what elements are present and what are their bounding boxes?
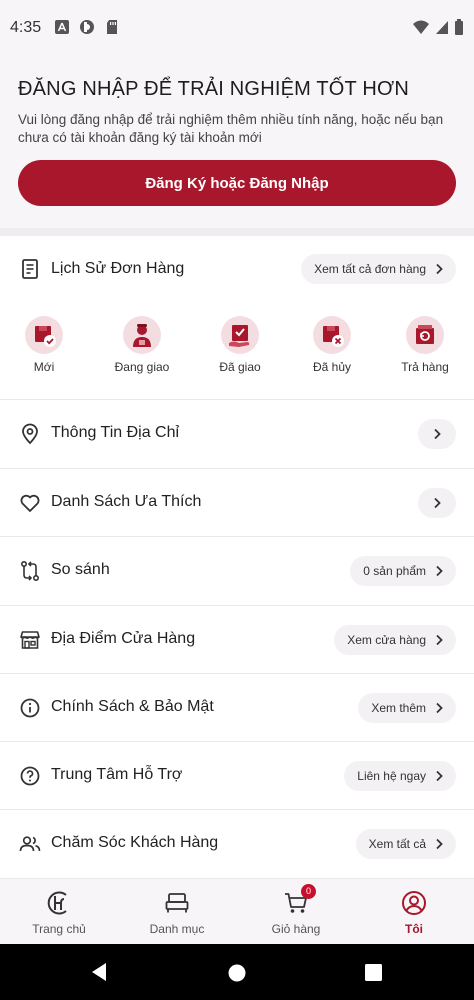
- address-arrow-button[interactable]: [418, 419, 456, 449]
- status-bar: 4:35: [0, 0, 474, 56]
- menu-item-policy[interactable]: Chính Sách & Bảo Mật Xem thêm: [0, 673, 474, 741]
- contact-now-button[interactable]: Liên hệ ngay: [344, 761, 456, 791]
- recents-square-icon[interactable]: [365, 964, 382, 986]
- bed-icon: [164, 890, 190, 916]
- order-history-label: Lịch Sử Đơn Hàng: [51, 260, 185, 277]
- order-status-cancelled[interactable]: Đã hủy: [292, 316, 372, 374]
- info-icon: [18, 696, 42, 720]
- order-status-new[interactable]: Mới: [4, 316, 84, 374]
- status-time: 4:35: [10, 19, 42, 36]
- store-icon: [18, 628, 42, 652]
- menu-item-label: Địa Điểm Cửa Hàng: [51, 630, 196, 647]
- nav-home[interactable]: Trang chủ: [0, 879, 118, 945]
- receipt-icon: [18, 257, 42, 281]
- menu-item-stores[interactable]: Địa Điểm Cửa Hàng Xem cửa hàng: [0, 605, 474, 673]
- chevron-right-icon: [436, 263, 443, 275]
- order-status-delivered[interactable]: Đã giao: [200, 316, 280, 374]
- chevron-right-icon: [436, 702, 443, 714]
- login-title: ĐĂNG NHẬP ĐỂ TRẢI NGHIỆM TỐT HƠN: [18, 78, 410, 100]
- cart-icon: 0: [283, 884, 316, 916]
- wishlist-arrow-button[interactable]: [418, 488, 456, 518]
- menu-item-address[interactable]: Thông Tin Địa Chỉ: [0, 399, 474, 467]
- menu-item-label: Trung Tâm Hỗ Trợ: [51, 766, 183, 783]
- return-icon: [406, 316, 444, 354]
- order-status-shipping[interactable]: Đang giao: [102, 316, 182, 374]
- view-stores-label: Xem cửa hàng: [347, 633, 426, 647]
- user-circle-icon: [401, 890, 427, 916]
- section-divider: [0, 228, 474, 236]
- chevron-right-icon: [436, 634, 443, 646]
- delivered-icon: [221, 316, 259, 354]
- order-status-label: Mới: [33, 360, 55, 374]
- nav-profile[interactable]: Tôi: [355, 879, 473, 945]
- help-icon: [18, 764, 42, 788]
- login-register-button[interactable]: Đăng Ký hoặc Đăng Nhập: [18, 160, 456, 206]
- menu-item-wishlist[interactable]: Danh Sách Ưa Thích: [0, 468, 474, 536]
- order-status-label: Trả hàng: [401, 360, 449, 374]
- location-pin-icon: [18, 422, 42, 446]
- menu-item-label: Chăm Sóc Khách Hàng: [51, 834, 219, 851]
- app-store-notification-icon: [54, 19, 70, 35]
- login-section: ĐĂNG NHẬP ĐỂ TRẢI NGHIỆM TỐT HƠN Vui lòn…: [0, 56, 474, 228]
- compare-count-button[interactable]: 0 sản phẩm: [350, 556, 456, 586]
- heart-icon: [18, 491, 42, 515]
- chevron-right-icon: [436, 838, 443, 850]
- compare-icon: [18, 559, 42, 583]
- home-circle-icon[interactable]: [228, 964, 246, 987]
- app-notification-icon: [79, 19, 95, 35]
- view-all-orders-button[interactable]: Xem tất cả đơn hàng: [301, 254, 456, 284]
- cart-badge: 0: [301, 884, 316, 899]
- battery-icon: [454, 19, 464, 40]
- system-navigation-bar: [0, 944, 474, 1000]
- chevron-right-icon: [436, 770, 443, 782]
- menu-item-label: Chính Sách & Bảo Mật: [51, 698, 214, 715]
- contact-now-label: Liên hệ ngay: [357, 769, 426, 783]
- menu-item-label: Danh Sách Ưa Thích: [51, 493, 202, 510]
- nav-label: Giỏ hàng: [271, 922, 321, 936]
- back-icon[interactable]: [90, 962, 108, 987]
- chevron-right-icon: [434, 497, 441, 509]
- order-status-label: Đã hủy: [312, 360, 352, 374]
- view-policy-label: Xem thêm: [371, 701, 426, 715]
- nav-categories[interactable]: Danh mục: [118, 879, 236, 945]
- nav-label: Tôi: [405, 922, 423, 936]
- chevron-right-icon: [434, 428, 441, 440]
- menu-item-customer-care[interactable]: Chăm Sóc Khách Hàng Xem tất cả: [0, 809, 474, 877]
- order-status-return[interactable]: Trả hàng: [385, 316, 465, 374]
- view-all-care-button[interactable]: Xem tất cả: [355, 829, 456, 859]
- users-icon: [18, 832, 42, 856]
- view-all-orders-label: Xem tất cả đơn hàng: [314, 262, 426, 276]
- bottom-navigation: Trang chủ Danh mục 0 Giỏ hàng Tôi: [0, 878, 474, 944]
- order-status-label: Đã giao: [219, 360, 261, 374]
- menu-item-support[interactable]: Trung Tâm Hỗ Trợ Liên hệ ngay: [0, 741, 474, 809]
- order-status-row: Mới Đang giao Đã giao Đã hủy Trả hàng: [0, 302, 474, 398]
- menu-item-label: So sánh: [51, 561, 110, 578]
- view-all-care-label: Xem tất cả: [368, 837, 426, 851]
- wifi-icon: [412, 19, 430, 40]
- view-stores-button[interactable]: Xem cửa hàng: [334, 625, 456, 655]
- nav-label: Trang chủ: [32, 922, 86, 936]
- compare-count-label: 0 sản phẩm: [363, 564, 426, 578]
- nav-cart[interactable]: 0 Giỏ hàng: [237, 879, 355, 945]
- order-history-row[interactable]: Lịch Sử Đơn Hàng Xem tất cả đơn hàng: [0, 236, 474, 302]
- order-status-label: Đang giao: [114, 360, 170, 374]
- cancelled-icon: [313, 316, 351, 354]
- home-logo-icon: [46, 890, 72, 916]
- login-description: Vui lòng đăng nhập để trải nghiệm thêm n…: [18, 112, 444, 145]
- signal-icon: [435, 19, 449, 40]
- view-policy-button[interactable]: Xem thêm: [358, 693, 456, 723]
- menu-item-label: Thông Tin Địa Chỉ: [51, 424, 180, 441]
- new-order-icon: [25, 316, 63, 354]
- chevron-right-icon: [436, 565, 443, 577]
- nav-label: Danh mục: [149, 922, 205, 936]
- menu-item-compare[interactable]: So sánh 0 sản phẩm: [0, 536, 474, 604]
- delivery-person-icon: [123, 316, 161, 354]
- sd-card-icon: [104, 19, 120, 35]
